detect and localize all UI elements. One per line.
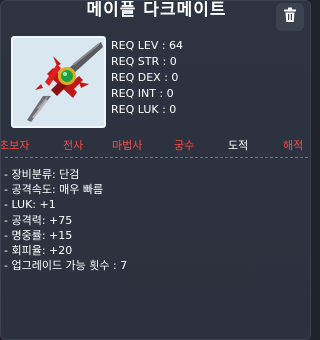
stat-equip-type: - 장비분류: 단검 (4, 168, 80, 181)
req-int: REQ INT : 0 (111, 87, 174, 100)
req-str: REQ STR : 0 (111, 55, 177, 68)
job-pirate: 해적 (283, 139, 304, 152)
stat-upgrade-slots: - 업그레이드 가능 횟수 : 7 (4, 259, 128, 273)
stat-avoidability: - 회피율: +20 (4, 244, 73, 258)
job-beginner: 초보자 (0, 139, 30, 152)
job-magician: 마법사 (112, 139, 143, 152)
job-warrior: 전사 (63, 139, 84, 152)
item-image-frame (11, 36, 106, 128)
item-tooltip: 메이플 다크메이트 REQ LEV: 64 REQ STR: 0 REQ D… (0, 0, 311, 340)
stat-attack: - 공격력: +75 (4, 213, 73, 227)
req-level: REQ LEV : 64 (111, 39, 184, 52)
job-list: 초보자 전사 마법사 궁수 도적 해적 (0, 137, 310, 157)
requirements-list: REQ LEV : 64 REQ STR : 0 REQ DEX : 0 REQ… (111, 38, 183, 118)
item-title: 메이플 다크메이트 (86, 0, 227, 20)
dagger-icon (13, 42, 104, 126)
trash-icon (283, 7, 297, 27)
req-dex: REQ DEX : 0 (111, 71, 179, 84)
divider (5, 157, 308, 158)
job-thief: 도적 (228, 139, 249, 152)
stat-accuracy: - 명중률: +15 (4, 228, 73, 242)
delete-button[interactable] (276, 3, 304, 31)
stat-luk: - LUK: +1 (4, 198, 56, 212)
job-archer: 궁수 (174, 139, 195, 152)
stat-attack-speed: - 공격속도: 매우 빠름 (4, 183, 104, 197)
stats-list: - 장비분류: 단검 - 공격속도: 매우 빠름 - LUK: +1 - 공격력… (4, 167, 127, 273)
req-luk: REQ LUK : 0 (111, 103, 177, 116)
